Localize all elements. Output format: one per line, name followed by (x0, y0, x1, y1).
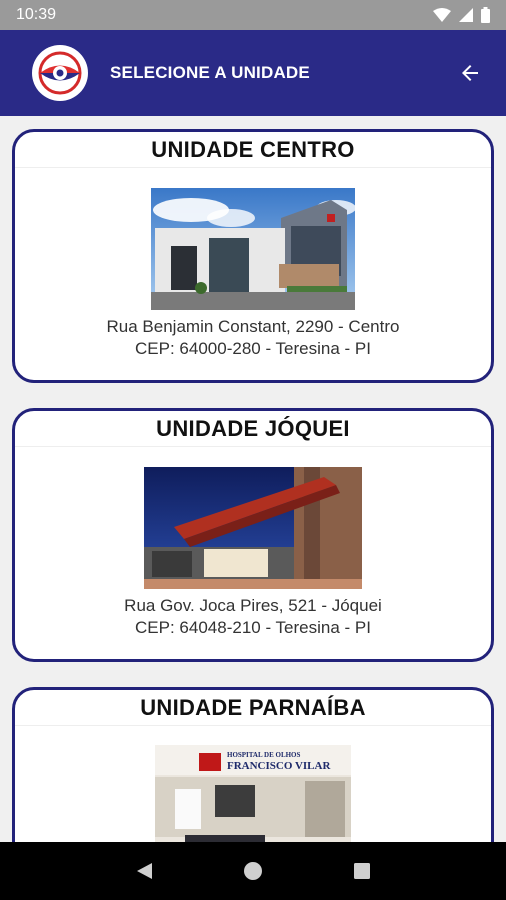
address-line: Rua Gov. Joca Pires, 521 - Jóquei (124, 596, 382, 615)
unit-list[interactable]: UNIDADE CENTRO Rua Benjamin Constant, 22… (0, 116, 506, 842)
nav-back-button[interactable] (124, 851, 164, 891)
cep-line: CEP: 64048-210 - Teresina - PI (135, 618, 371, 637)
nav-home-button[interactable] (233, 851, 273, 891)
unit-address: Rua Benjamin Constant, 2290 - Centro CEP… (15, 316, 491, 360)
app-bar: SELECIONE A UNIDADE (0, 30, 506, 116)
back-button[interactable] (450, 53, 490, 93)
address-line: Rua Benjamin Constant, 2290 - Centro (106, 317, 400, 336)
page-title: SELECIONE A UNIDADE (110, 63, 310, 82)
battery-icon (481, 7, 490, 23)
status-bar: 10:39 (0, 0, 506, 30)
system-nav-bar (0, 842, 506, 900)
unit-card-parnaiba[interactable]: UNIDADE PARNAÍBA HOSPITAL DE OLHOS FRANC… (12, 687, 494, 842)
unit-address: Rua Gov. Joca Pires, 521 - Jóquei CEP: 6… (15, 595, 491, 639)
sign-line-small: HOSPITAL DE OLHOS (227, 751, 301, 759)
unit-title: UNIDADE CENTRO (15, 132, 491, 168)
arrow-back-icon (462, 65, 478, 81)
unit-card-centro[interactable]: UNIDADE CENTRO Rua Benjamin Constant, 22… (12, 129, 494, 383)
status-time: 10:39 (16, 6, 57, 23)
sign-text: HOSPITAL DE OLHOS FRANCISCO VILAR (227, 751, 330, 773)
nav-recents-button[interactable] (342, 851, 382, 891)
unit-photo-centro (151, 188, 355, 310)
nav-back-icon (137, 863, 153, 879)
unit-card-joquei[interactable]: UNIDADE JÓQUEI Rua Gov. Joca Pires, 521 … (12, 408, 494, 662)
unit-photo-joquei (144, 467, 362, 589)
unit-photo-parnaiba: HOSPITAL DE OLHOS FRANCISCO VILAR (155, 745, 351, 842)
signal-icon (459, 8, 473, 22)
unit-title: UNIDADE JÓQUEI (15, 411, 491, 447)
status-icons (433, 7, 490, 23)
cep-line: CEP: 64000-280 - Teresina - PI (135, 339, 371, 358)
unit-title: UNIDADE PARNAÍBA (15, 690, 491, 726)
nav-home-icon (243, 862, 262, 880)
wifi-icon (433, 8, 451, 22)
eye-logo-icon (38, 51, 82, 95)
sign-line-large: FRANCISCO VILAR (227, 760, 331, 772)
app-logo (32, 45, 88, 101)
nav-recents-icon (353, 863, 370, 879)
